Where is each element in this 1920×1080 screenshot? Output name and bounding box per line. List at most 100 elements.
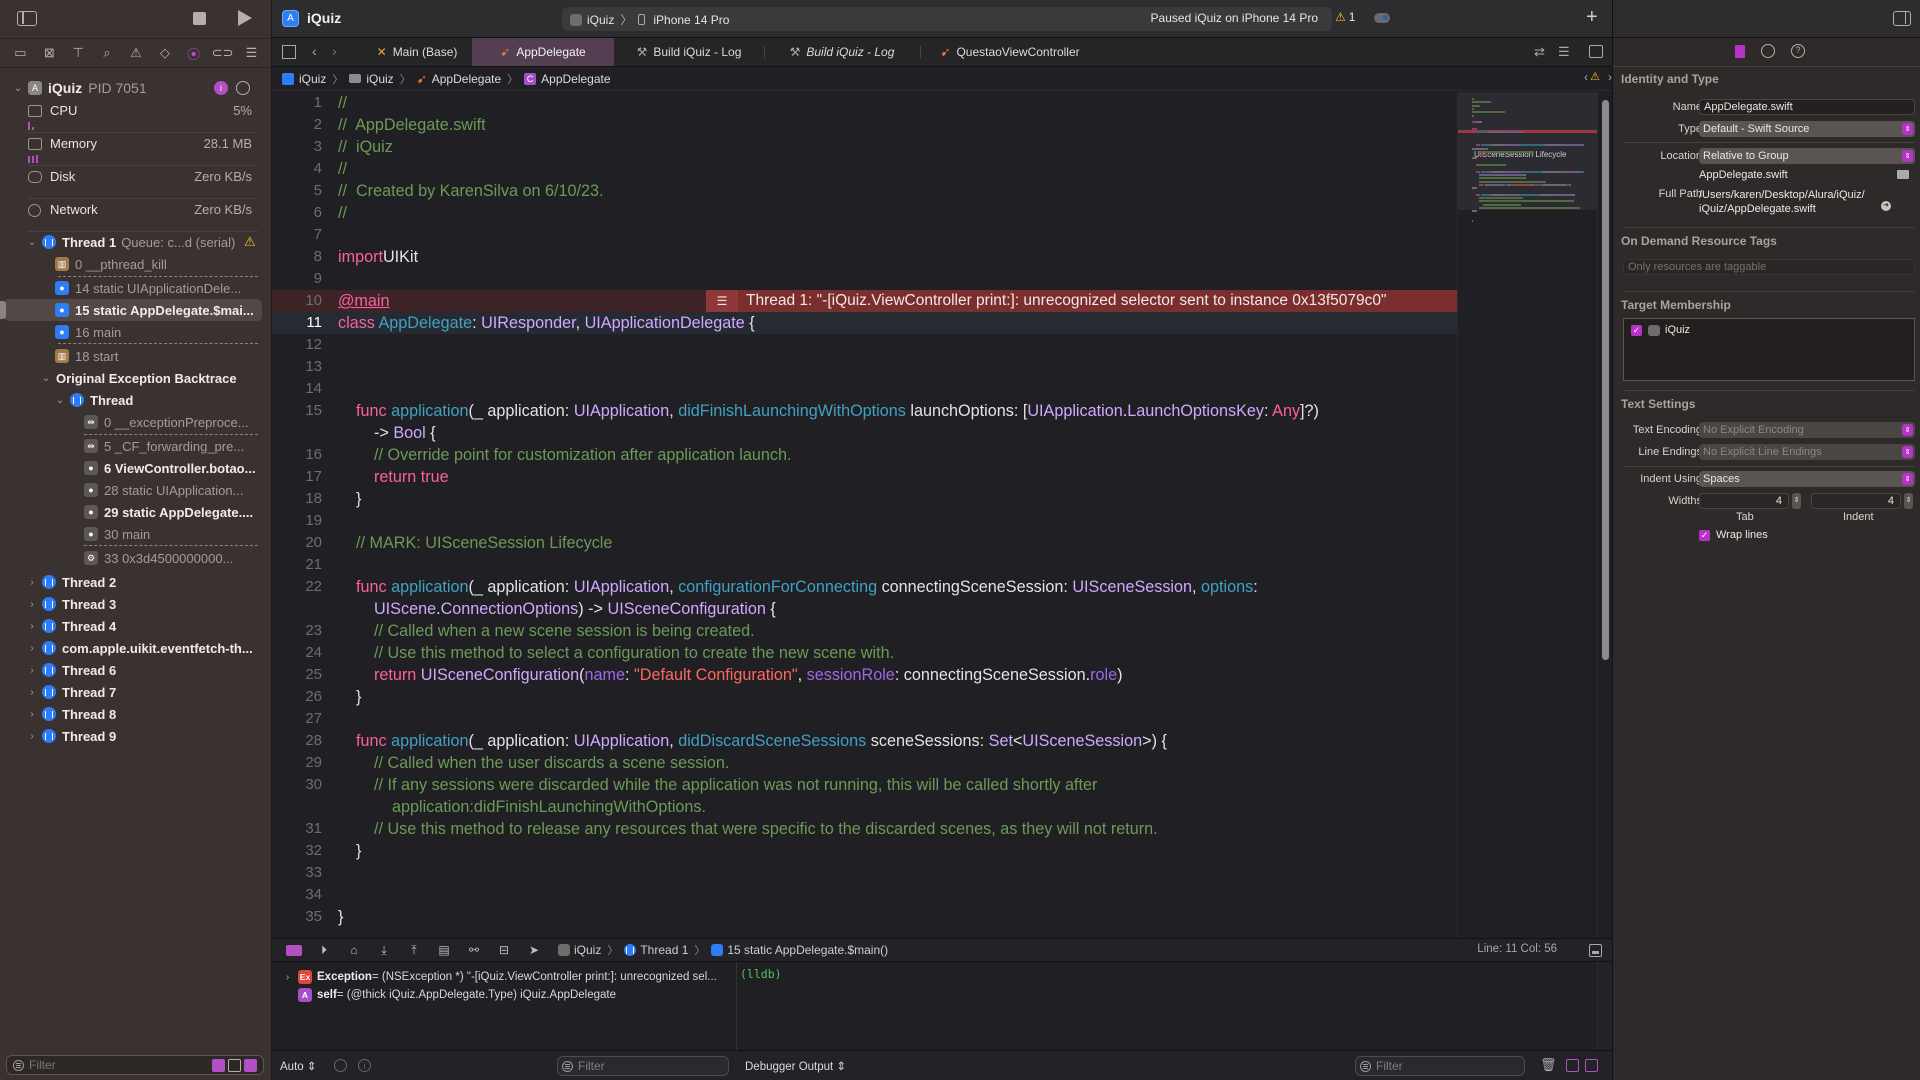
gauge-cpu[interactable]: CPU 5% (28, 100, 258, 133)
add-editor-icon[interactable] (1589, 45, 1603, 58)
navigator-filter-field[interactable]: Filter (6, 1055, 264, 1075)
variable-row[interactable]: › Ex Exception = (NSException *) "-[iQui… (286, 968, 731, 986)
code-line[interactable]: 17 return true (272, 466, 1457, 488)
breakpoint-icon[interactable]: ⊂⊃ (212, 44, 234, 62)
chevron-down-icon[interactable]: ⌄ (12, 83, 24, 94)
debug-crumb-thread[interactable]: Thread 1 (640, 943, 688, 957)
backtrace-thread-row[interactable]: ⌄ Thread (0, 389, 262, 411)
code-line[interactable]: application:didFinishLaunchingWithOption… (272, 796, 1457, 818)
thread-row[interactable]: › Thread 4 (0, 615, 262, 637)
code-line[interactable]: 31 // Use this method to release any res… (272, 818, 1457, 840)
code-line[interactable]: 1 // (272, 92, 1457, 114)
line-endings-popup[interactable]: No Explicit Line Endings ⇕ (1699, 444, 1915, 460)
line-number[interactable]: 15 (272, 400, 322, 422)
line-number[interactable]: 12 (272, 334, 322, 356)
help-icon[interactable]: ? (1791, 44, 1805, 58)
grid-icon[interactable] (282, 45, 296, 59)
code-line[interactable]: 16 // Override point for customization a… (272, 444, 1457, 466)
line-number[interactable]: 4 (272, 158, 322, 180)
quick-look-icon[interactable] (334, 1059, 347, 1072)
filter-crashed-threads-toggle[interactable] (212, 1059, 225, 1072)
chevron-down-icon[interactable]: ⌄ (40, 373, 52, 384)
search-icon[interactable]: ⌕ (98, 44, 116, 62)
editor-tab[interactable]: ✕ Main (Base) (362, 38, 472, 66)
line-number[interactable]: 34 (272, 884, 322, 906)
run-button[interactable] (238, 10, 252, 26)
folder-icon[interactable]: ▭ (11, 44, 29, 62)
code-line[interactable]: 15 func application(_ application: UIApp… (272, 400, 1457, 422)
chevron-down-icon[interactable]: ⌄ (26, 237, 38, 248)
line-number[interactable]: 26 (272, 686, 322, 708)
chevron-right-icon[interactable]: › (26, 643, 38, 654)
code-line[interactable]: 7 (272, 224, 1457, 246)
reveal-in-finder-icon[interactable]: ➜ (1881, 201, 1891, 211)
stop-button[interactable] (193, 12, 206, 25)
code-line[interactable]: 12 (272, 334, 1457, 356)
breadcrumb-folder[interactable]: iQuiz (349, 72, 394, 86)
code-line[interactable]: 26 } (272, 686, 1457, 708)
toggle-inspector-icon[interactable] (1893, 11, 1911, 26)
line-number[interactable]: 16 (272, 444, 322, 466)
report-icon[interactable]: ☰ (242, 44, 260, 62)
chevron-right-icon[interactable]: › (286, 972, 298, 983)
code-line[interactable]: 24 // Use this method to select a config… (272, 642, 1457, 664)
line-number[interactable]: 7 (272, 224, 322, 246)
error-menu-icon[interactable]: ☰ (706, 290, 738, 312)
stack-frame-row[interactable]: ● 15 static AppDelegate.$mai... (4, 299, 262, 321)
code-line[interactable]: 14 (272, 378, 1457, 400)
wrap-lines-option[interactable]: ✓ Wrap lines (1699, 529, 1768, 541)
step-over-icon[interactable]: ⌂ (342, 942, 366, 958)
variables-scope-selector[interactable]: Auto ⇕ (280, 1059, 317, 1073)
scheme-selector[interactable]: iQuiz 〉 iPhone 14 Pro (570, 11, 729, 28)
code-line[interactable]: 13 (272, 356, 1457, 378)
breadcrumb-symbol[interactable]: C AppDelegate (524, 72, 611, 86)
line-number[interactable]: 32 (272, 840, 322, 862)
line-number[interactable]: 17 (272, 466, 322, 488)
target-row[interactable]: ✓ iQuiz (1631, 324, 1690, 336)
chevron-right-icon[interactable]: › (26, 709, 38, 720)
minimap[interactable]: UISceneSession Lifecycle (1457, 92, 1598, 938)
breadcrumb-file[interactable]: ➹ AppDelegate (417, 72, 501, 86)
trash-icon[interactable]: 🗑 (1540, 1057, 1557, 1073)
code-line[interactable]: 29 // Called when the user discards a sc… (272, 752, 1457, 774)
chevron-right-icon[interactable]: › (26, 687, 38, 698)
reveal-folder-icon[interactable] (1897, 170, 1909, 179)
editor-tab[interactable]: ⚒ Build iQuiz - Log (764, 38, 920, 66)
debug-console[interactable]: (lldb) (738, 962, 1598, 1050)
code-line[interactable]: 8 importUIKit (272, 246, 1457, 268)
wrap-lines-checkbox[interactable]: ✓ (1699, 529, 1710, 541)
thread-row[interactable]: › Thread 9 (0, 725, 262, 747)
scrollbar-thumb[interactable] (1602, 100, 1609, 660)
line-number[interactable]: 30 (272, 774, 322, 796)
line-number[interactable]: 31 (272, 818, 322, 840)
environment-overrides-icon[interactable]: ⊟ (492, 942, 516, 958)
line-number[interactable]: 14 (272, 378, 322, 400)
line-number[interactable]: 11 (272, 312, 322, 334)
code-line[interactable]: 2 // AppDelegate.swift (272, 114, 1457, 136)
line-number[interactable]: 2 (272, 114, 322, 136)
code-line[interactable]: 21 (272, 554, 1457, 576)
line-number[interactable]: 29 (272, 752, 322, 774)
show-variables-icon[interactable] (1566, 1059, 1579, 1072)
backtrace-frame-row[interactable]: ● 30 main (0, 523, 262, 545)
backtrace-frame-row[interactable]: ⇹ 5 _CF_forwarding_pre... (0, 435, 262, 457)
warning-count-badge[interactable]: ⚠ 1 (1335, 10, 1355, 24)
destination-name[interactable]: iPhone 14 Pro (653, 13, 729, 27)
line-number[interactable]: 6 (272, 202, 322, 224)
variable-row[interactable]: A self = (@thick iQuiz.AppDelegate.Type)… (286, 986, 731, 1004)
editor-tab[interactable]: ⚒ Build iQuiz - Log (614, 38, 764, 66)
source-editor[interactable]: 1 // 2 // AppDelegate.swift 3 // iQuiz 4 // 5 // … (272, 92, 1457, 938)
breadcrumb-project[interactable]: iQuiz (282, 72, 326, 86)
gauge-memory[interactable]: Memory 28.1 MB (28, 133, 258, 166)
step-out-icon[interactable]: ⤒ (402, 942, 426, 958)
line-number[interactable]: 21 (272, 554, 322, 576)
history-icon[interactable] (1761, 44, 1775, 58)
debug-spray-icon[interactable]: ⦿ (185, 44, 203, 62)
stack-frame-row[interactable]: ▥ 18 start (0, 345, 262, 367)
thread-1-row[interactable]: ⌄ Thread 1 Queue: c...d (serial) ⚠ (0, 231, 262, 253)
source-control-icon[interactable]: ⊠ (40, 44, 58, 62)
info-icon[interactable]: i (214, 81, 228, 95)
process-row[interactable]: ⌄ A iQuiz PID 7051 i (0, 77, 272, 99)
line-number[interactable]: 10 (272, 290, 322, 312)
code-line[interactable]: 3 // iQuiz (272, 136, 1457, 158)
